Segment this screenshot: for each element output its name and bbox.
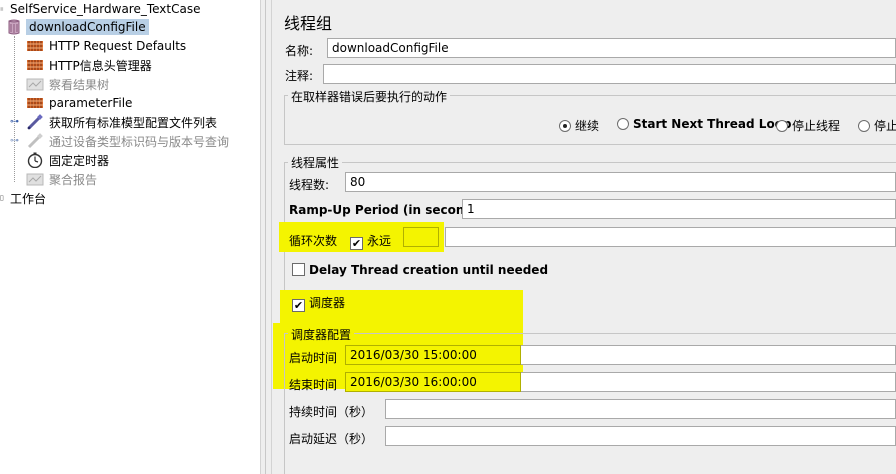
scheduler-config-group-title: 调度器配置	[288, 326, 355, 343]
checkbox-icon	[292, 263, 305, 276]
thread-count-input[interactable]: 80	[345, 172, 896, 192]
startup-delay-label: 启动延迟（秒）	[289, 432, 374, 446]
tree-item-label: 工作台	[10, 191, 47, 206]
tree-item-workbench[interactable]: 工作台	[0, 189, 46, 207]
radio-icon	[617, 118, 629, 130]
test-plan-icon	[0, 7, 4, 11]
end-time-field-extension[interactable]	[521, 372, 896, 392]
tree-item-label: 通过设备类型标识码与版本号查询	[49, 134, 230, 149]
thread-group-icon	[8, 19, 20, 35]
expand-handle-icon[interactable]: ⊶	[10, 117, 19, 127]
radio-selected-icon	[559, 120, 571, 132]
tree-item-label: SelfService_Hardware_TextCase	[10, 2, 201, 16]
expand-handle-icon[interactable]: ⊶	[10, 136, 19, 146]
start-time-input[interactable]: 2016/03/30 15:00:00	[345, 345, 521, 365]
sampler-pipette-icon	[27, 114, 43, 130]
end-time-label: 结束时间	[289, 378, 338, 392]
tree-item-label: downloadConfigFile	[26, 19, 149, 35]
tree-item-http-request-defaults[interactable]: HTTP Request Defaults	[26, 37, 186, 55]
config-element-icon	[27, 41, 43, 51]
rampup-input[interactable]: 1	[462, 199, 896, 219]
duration-input[interactable]	[385, 399, 896, 419]
tree-item-parameter-file[interactable]: parameterFile	[26, 94, 132, 112]
start-time-label: 启动时间	[289, 351, 338, 365]
scheduler-checkbox[interactable]: ✔ 调度器	[292, 294, 345, 312]
radio-stop-thread[interactable]: 停止线程	[776, 117, 840, 134]
duration-label: 持续时间（秒）	[289, 405, 374, 419]
radio-stop-test[interactable]: 停止	[858, 117, 896, 134]
name-label: 名称:	[285, 44, 314, 58]
config-element-icon	[27, 60, 43, 70]
tree-item-label: parameterFile	[49, 96, 133, 110]
tree-item-label: HTTP信息头管理器	[49, 58, 152, 73]
radio-start-next-thread-loop[interactable]: Start Next Thread Loop	[617, 117, 792, 131]
test-plan-tree[interactable]: SelfService_Hardware_TextCase downloadCo…	[0, 0, 260, 474]
loop-count-label: 循环次数	[289, 234, 338, 248]
tree-item-constant-timer[interactable]: 固定定时器	[26, 151, 109, 169]
name-input[interactable]: downloadConfigFile	[327, 38, 896, 58]
radio-icon	[776, 120, 788, 132]
tree-item-label: 察看结果树	[49, 77, 110, 92]
tree-item-label: HTTP Request Defaults	[49, 39, 187, 53]
split-pane-divider[interactable]	[260, 0, 272, 474]
loop-count-field-extension[interactable]	[445, 227, 896, 247]
comment-input[interactable]	[323, 64, 896, 84]
checkbox-checked-icon: ✔	[292, 299, 305, 312]
timer-icon	[27, 152, 43, 168]
thread-group-panel: 线程组 名称: downloadConfigFile 注释: 在取样器错误后要执…	[273, 0, 896, 474]
tree-item-label: 固定定时器	[49, 153, 110, 168]
tree-item-test-plan[interactable]: SelfService_Hardware_TextCase	[0, 0, 200, 18]
loop-count-input[interactable]	[403, 227, 439, 247]
listener-icon	[26, 173, 44, 186]
tree-item-thread-group[interactable]: downloadConfigFile	[5, 18, 149, 36]
end-time-input[interactable]: 2016/03/30 16:00:00	[345, 372, 521, 392]
comment-label: 注释:	[285, 69, 314, 83]
page-title: 线程组	[284, 14, 333, 33]
tree-item-view-results-tree[interactable]: 察看结果树	[26, 75, 109, 93]
workbench-icon	[0, 195, 4, 201]
config-element-icon	[27, 98, 43, 108]
listener-icon	[26, 78, 44, 91]
checkbox-checked-icon: ✔	[350, 237, 363, 250]
sampler-pipette-icon	[27, 133, 43, 149]
tree-item-sampler-query[interactable]: 通过设备类型标识码与版本号查询	[26, 132, 229, 150]
forever-checkbox[interactable]: ✔ 永远	[350, 232, 391, 250]
tree-item-sampler-list[interactable]: 获取所有标准模型配置文件列表	[26, 113, 217, 131]
rampup-label: Ramp-Up Period (in seconds):	[289, 203, 491, 217]
delay-thread-checkbox[interactable]: Delay Thread creation until needed	[292, 263, 548, 277]
tree-item-label: 聚合报告	[49, 172, 98, 187]
error-action-group-title: 在取样器错误后要执行的动作	[288, 88, 451, 105]
radio-continue[interactable]: 继续	[559, 117, 599, 134]
thread-count-label: 线程数:	[289, 178, 330, 192]
startup-delay-input[interactable]	[385, 426, 896, 446]
start-time-field-extension[interactable]	[521, 345, 896, 365]
tree-item-label: 获取所有标准模型配置文件列表	[49, 115, 218, 130]
tree-connector	[14, 36, 15, 182]
tree-item-aggregate-report[interactable]: 聚合报告	[26, 170, 97, 188]
thread-properties-group-title: 线程属性	[288, 154, 343, 171]
radio-icon	[858, 120, 870, 132]
tree-item-http-header-manager[interactable]: HTTP信息头管理器	[26, 56, 152, 74]
